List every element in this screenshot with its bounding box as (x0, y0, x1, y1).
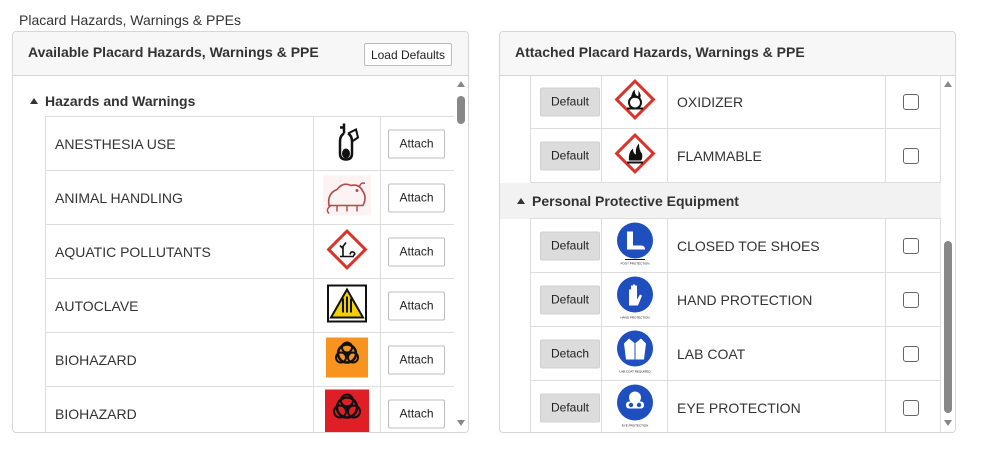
anesthesia-icon (330, 119, 364, 168)
item-name: FLAMMABLE (677, 147, 762, 164)
item-name: OXIDIZER (677, 93, 744, 110)
item-name: HAND PROTECTION (677, 291, 813, 308)
attached-panel-header: Attached Placard Hazards, Warnings & PPE (500, 32, 955, 76)
scroll-thumb[interactable] (457, 96, 465, 124)
item-name: ANESTHESIA USE (55, 135, 176, 152)
available-panel-title: Available Placard Hazards, Warnings & PP… (28, 44, 319, 60)
collapse-triangle-icon[interactable] (30, 98, 38, 104)
attached-row-eye-protection: Default EYE PROTECTION EYE PROTECTION (530, 380, 941, 432)
available-row-animal-handling: ANIMAL HANDLING Attach (45, 170, 455, 225)
item-name: AQUATIC POLLUTANTS (55, 243, 211, 260)
biohazard-orange-icon (326, 337, 368, 382)
attach-button[interactable]: Attach (388, 129, 445, 158)
available-row-aquatic-pollutants: AQUATIC POLLUTANTS Attach (45, 224, 455, 279)
attach-button[interactable]: Attach (388, 237, 445, 266)
group-label: Hazards and Warnings (45, 93, 196, 109)
svg-text:EYE PROTECTION: EYE PROTECTION (621, 423, 648, 427)
attached-row-flammable: Default FLAMMABLE (530, 128, 941, 183)
item-name: LAB COAT (677, 345, 746, 362)
available-scrollbar[interactable] (454, 76, 468, 432)
item-name: ANIMAL HANDLING (55, 189, 183, 206)
available-row-anesthesia: ANESTHESIA USE Attach (45, 116, 455, 171)
attached-row-hand-protection: Default HAND PROTECTION HAND PROTECTION (530, 272, 941, 327)
svg-text:LAB COAT REQUIRED: LAB COAT REQUIRED (619, 369, 651, 373)
available-panel-header: Available Placard Hazards, Warnings & PP… (13, 32, 468, 76)
available-list: Hazards and Warnings ANESTHESIA USE Atta… (13, 76, 468, 432)
collapse-triangle-icon[interactable] (517, 198, 525, 204)
environment-hazard-icon (326, 228, 368, 275)
biohazard-red-icon (325, 389, 369, 432)
load-defaults-button[interactable]: Load Defaults (363, 43, 452, 66)
flammable-icon (613, 132, 656, 179)
group-header-ppe[interactable]: Personal Protective Equipment (500, 183, 941, 219)
default-button[interactable]: Default (540, 285, 600, 314)
item-name: BIOHAZARD (55, 405, 137, 422)
scroll-up-arrow-icon[interactable] (944, 81, 952, 87)
select-checkbox[interactable] (903, 291, 919, 308)
attach-button[interactable]: Attach (388, 399, 445, 428)
default-button[interactable]: Default (540, 393, 600, 422)
attached-scrollbar[interactable] (941, 76, 955, 432)
rat-icon (323, 175, 371, 220)
scroll-down-arrow-icon[interactable] (944, 420, 952, 426)
page-title: Placard Hazards, Warnings & PPEs (19, 12, 242, 28)
boots-icon: FOOT PROTECTION (615, 221, 655, 270)
attached-row-closed-toe-shoes: Default FOOT PROTECTION CLOSED TOE SHOES (530, 218, 941, 273)
scroll-up-arrow-icon[interactable] (457, 81, 465, 87)
available-row-biohazard-1: BIOHAZARD Attach (45, 332, 455, 387)
select-checkbox[interactable] (903, 237, 919, 254)
oxidizer-icon (613, 78, 656, 125)
attach-button[interactable]: Attach (388, 183, 445, 212)
attach-button[interactable]: Attach (388, 345, 445, 374)
attached-panel-title: Attached Placard Hazards, Warnings & PPE (515, 44, 805, 60)
gloves-icon: HAND PROTECTION (615, 275, 655, 324)
scroll-thumb[interactable] (944, 241, 952, 413)
attached-row-oxidizer: Default OXIDIZER (530, 76, 941, 129)
select-checkbox[interactable] (903, 345, 919, 362)
item-name: BIOHAZARD (55, 351, 137, 368)
default-button[interactable]: Default (540, 87, 600, 116)
select-checkbox[interactable] (903, 147, 919, 164)
select-checkbox[interactable] (903, 93, 919, 110)
item-name: AUTOCLAVE (55, 297, 139, 314)
available-row-autoclave: AUTOCLAVE Attach (45, 278, 455, 333)
item-name: CLOSED TOE SHOES (677, 237, 820, 254)
detach-button[interactable]: Detach (540, 339, 600, 368)
svg-text:HAND PROTECTION: HAND PROTECTION (620, 315, 649, 319)
select-checkbox[interactable] (903, 399, 919, 416)
autoclave-warning-icon (327, 284, 367, 327)
attached-list: Default OXIDIZER Default FLAMMABLE Perso… (500, 76, 955, 432)
default-button[interactable]: Default (540, 141, 600, 170)
group-header-hazards[interactable]: Hazards and Warnings (13, 83, 453, 119)
available-panel: Available Placard Hazards, Warnings & PP… (12, 31, 469, 433)
lab-coat-icon: LAB COAT REQUIRED (615, 329, 655, 378)
default-button[interactable]: Default (540, 231, 600, 260)
available-row-biohazard-2: BIOHAZARD Attach (45, 386, 455, 432)
svg-text:FOOT PROTECTION: FOOT PROTECTION (620, 261, 649, 265)
item-name: EYE PROTECTION (677, 399, 801, 416)
attach-button[interactable]: Attach (388, 291, 445, 320)
scroll-down-arrow-icon[interactable] (457, 420, 465, 426)
attached-row-lab-coat: Detach LAB COAT REQUIRED LAB COAT (530, 326, 941, 381)
attached-panel: Attached Placard Hazards, Warnings & PPE… (499, 31, 956, 433)
group-label: Personal Protective Equipment (532, 193, 739, 209)
goggles-icon: EYE PROTECTION (615, 383, 655, 432)
